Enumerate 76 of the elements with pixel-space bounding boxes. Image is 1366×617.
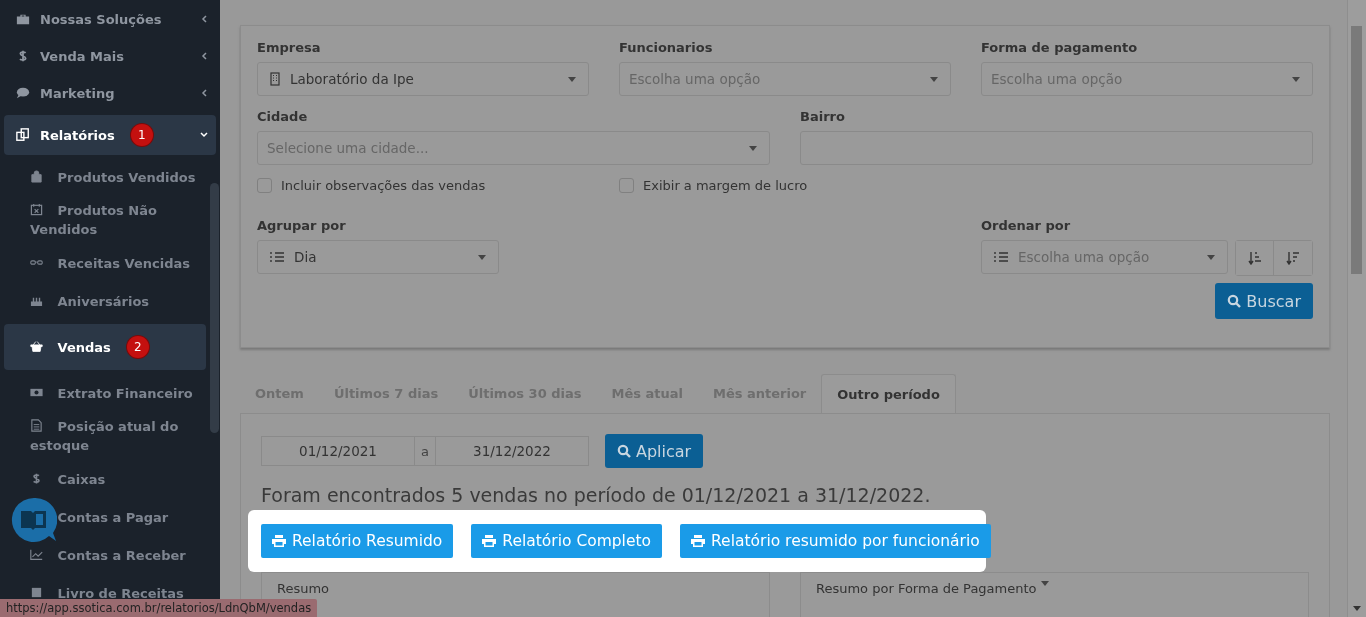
sidebar-subitem[interactable]: Produtos Não Vendidos (4, 200, 206, 240)
sidebar-subitem[interactable]: Caixas (4, 464, 206, 494)
checkbox-label: Incluir observações das vendas (281, 178, 486, 193)
apply-button[interactable]: Aplicar (604, 434, 704, 468)
scrollbar[interactable] (1347, 0, 1366, 617)
sort-descending-icon (1286, 251, 1300, 265)
step-badge: 1 (130, 124, 153, 146)
company-select[interactable]: Laboratório da Ipe (257, 62, 589, 96)
sidebar-item[interactable]: Nossas Soluções (4, 4, 216, 34)
sort-ascending-icon (1247, 251, 1262, 265)
chevron-left-icon (200, 89, 208, 97)
sidebar-subitem[interactable]: Aniversários (4, 286, 206, 316)
search-button[interactable]: Buscar (1215, 283, 1313, 319)
chat-icon (16, 86, 30, 100)
chevron-left-icon (200, 52, 208, 60)
line-chart-icon (30, 547, 43, 561)
period-tab[interactable]: Outro período (821, 374, 956, 413)
link-url-tooltip: https://app.ssotica.com.br/relatorios/LdnQbM/vendas (0, 599, 318, 617)
report-button[interactable]: Relatório resumido por funcionário (680, 524, 991, 558)
sidebar-subitem[interactable]: Produtos Vendidos (4, 162, 206, 192)
caret-icon (1207, 254, 1215, 260)
sidebar-subitem[interactable]: Vendas 2 (4, 324, 206, 370)
sidebar-item[interactable]: Marketing (4, 78, 216, 108)
printer-icon (482, 535, 497, 547)
field-label: Forma de pagamento (981, 40, 1139, 55)
field-label: Agrupar por (257, 218, 347, 233)
caret-icon (1292, 76, 1300, 82)
step-badge: 2 (126, 336, 149, 358)
field-label: Funcionarios (619, 40, 714, 55)
caret-icon (478, 254, 486, 260)
range-separator: a (415, 436, 435, 466)
sidebar-subitem[interactable]: Receitas Vencidas (4, 248, 206, 278)
caret-icon[interactable] (1040, 581, 1049, 586)
chevron-down-icon (200, 131, 208, 139)
field-label: Empresa (257, 40, 322, 55)
report-button[interactable]: Relatório Resumido (261, 524, 454, 558)
search-icon (616, 444, 631, 458)
sidebar-item[interactable]: Relatórios 1 (4, 115, 216, 155)
calendar-icon (30, 203, 43, 216)
dollar-icon (30, 471, 43, 485)
document-icon (30, 419, 43, 432)
checkbox[interactable] (257, 178, 272, 193)
building-icon (270, 72, 280, 86)
group-select[interactable]: Dia (257, 240, 499, 274)
start-date-field[interactable]: 01/12/2021 (261, 436, 415, 466)
checkbox[interactable] (619, 178, 634, 193)
sidebar-subitem[interactable]: Contas a Pagar (4, 502, 206, 532)
basket-icon (30, 339, 43, 353)
scrollbar[interactable] (210, 183, 219, 433)
printer-icon (691, 535, 706, 547)
sidebar-item[interactable]: Venda Mais (4, 41, 216, 71)
caret-icon (930, 76, 938, 82)
list-icon (270, 251, 284, 263)
printer-icon (272, 535, 286, 547)
panel-title: Resumo por Forma de Pagamento (816, 581, 1037, 596)
report-button[interactable]: Relatório Completo (471, 524, 663, 558)
panel-title: Resumo (277, 581, 330, 596)
search-icon (1227, 294, 1242, 308)
sidebar-subitem[interactable]: Contas a Receber (4, 540, 206, 570)
field-label: Bairro (800, 109, 846, 124)
briefcase-icon (16, 12, 30, 26)
chevron-left-icon (200, 15, 208, 23)
end-date-field[interactable]: 31/12/2022 (434, 436, 589, 466)
sidebar-subitem[interactable]: Extrato Financeiro (4, 378, 206, 408)
result-summary: Foram encontrados 5 vendas no período de 01/12/2021 a 31/12/2022. (261, 484, 932, 506)
field-label: Cidade (257, 109, 309, 124)
help-chat-icon[interactable] (11, 497, 57, 543)
bag-icon (30, 169, 43, 183)
list-icon (994, 251, 1008, 263)
sidebar-subitem[interactable]: Posição atual do estoque (4, 416, 206, 456)
caret-icon (749, 145, 757, 151)
copy-icon (16, 128, 30, 142)
sort-ascending-button[interactable] (1236, 241, 1274, 275)
checkbox-label: Exibir a margem de lucro (643, 178, 808, 193)
caret-icon (568, 76, 576, 82)
field-label: Ordenar por (981, 218, 1072, 233)
